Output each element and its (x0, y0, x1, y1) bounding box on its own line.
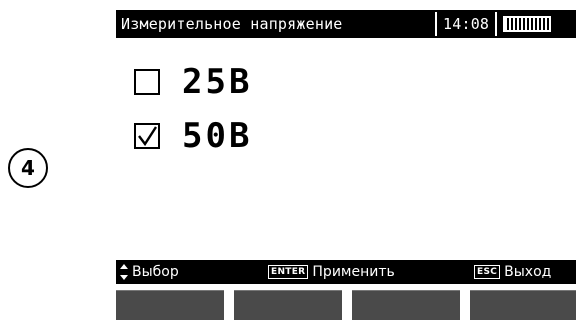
option-25v[interactable]: 25В (134, 62, 252, 102)
enter-key-icon: ENTER (268, 265, 309, 279)
hint-exit-label: Выход (504, 264, 552, 280)
battery-indicator (495, 12, 552, 36)
option-label-50v: 50В (182, 116, 253, 156)
hint-apply-label: Применить (312, 264, 395, 280)
esc-key-icon: ESC (474, 265, 501, 279)
up-down-arrows-icon (120, 264, 128, 280)
title-bar: Измерительное напряжение 14:08 (116, 10, 576, 38)
screen-title: Измерительное напряжение (121, 15, 343, 33)
clock: 14:08 (435, 12, 495, 36)
softkey-row (116, 290, 576, 320)
hint-apply: ENTER Применить (268, 264, 395, 280)
option-label-25v: 25В (182, 62, 253, 102)
softkey-4[interactable] (470, 290, 576, 320)
hint-select: Выбор (120, 264, 179, 280)
device-screen: Измерительное напряжение 14:08 25В 50В В (116, 10, 576, 320)
voltage-options: 25В 50В (134, 62, 252, 170)
hint-exit: ESC Выход (474, 264, 551, 280)
step-number-marker: 4 (8, 148, 48, 188)
softkey-3[interactable] (352, 290, 460, 320)
checkbox-50v[interactable] (134, 123, 160, 149)
hint-select-label: Выбор (132, 264, 179, 280)
checkmark-icon (138, 126, 157, 146)
checkbox-25v[interactable] (134, 69, 160, 95)
battery-full-icon (503, 16, 552, 32)
option-50v[interactable]: 50В (134, 116, 252, 156)
softkey-1[interactable] (116, 290, 224, 320)
hint-bar: Выбор ENTER Применить ESC Выход (116, 260, 576, 284)
softkey-2[interactable] (234, 290, 342, 320)
